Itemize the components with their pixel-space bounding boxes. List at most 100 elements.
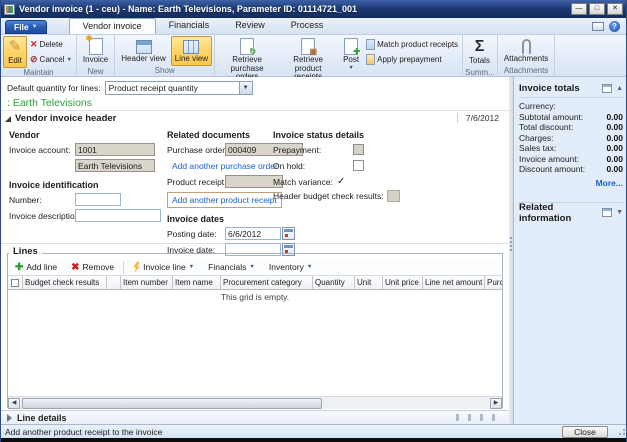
totals-button[interactable]: Σ Totals bbox=[465, 36, 494, 68]
more-link[interactable]: More... bbox=[519, 178, 623, 188]
default-quantity-select[interactable]: Product receipt quantity ▼ bbox=[105, 81, 253, 95]
refresh-icon: ↻ bbox=[249, 48, 256, 56]
checkmark-icon: ✓ bbox=[337, 176, 345, 187]
header-view-button[interactable]: Header view bbox=[117, 36, 169, 66]
edit-label: Edit bbox=[8, 57, 22, 66]
invoice-totals-header[interactable]: Invoice totals ▲ bbox=[519, 81, 623, 95]
scroll-left-icon[interactable]: ◀ bbox=[8, 398, 20, 409]
select-all-cell[interactable] bbox=[8, 276, 23, 289]
group-label-new: New bbox=[79, 67, 112, 77]
totals-row-label: Invoice amount: bbox=[519, 154, 606, 164]
close-icon[interactable]: ✕ bbox=[607, 3, 623, 15]
invoice-line-menu-button[interactable]: Invoice line ▼ bbox=[126, 260, 201, 275]
tab-financials[interactable]: Financials bbox=[156, 18, 223, 34]
column-header-line-net-amount[interactable]: Line net amount bbox=[423, 276, 485, 289]
column-header-quantity[interactable]: Quantity bbox=[313, 276, 355, 289]
chevron-down-icon: ▼ bbox=[32, 24, 38, 30]
post-button[interactable]: ✚ Post ▼ bbox=[339, 36, 363, 73]
column-header-procurement-category[interactable]: Procurement category bbox=[221, 276, 313, 289]
remove-label: Remove bbox=[83, 262, 115, 272]
app-icon bbox=[4, 4, 15, 15]
invoice-account-field[interactable]: 1001 bbox=[75, 143, 155, 156]
totals-row-label: Sales tax: bbox=[519, 143, 606, 153]
apply-prepayment-button[interactable]: Apply prepayment bbox=[364, 53, 460, 66]
number-field[interactable] bbox=[75, 193, 121, 206]
remove-x-icon: ✖ bbox=[71, 262, 79, 273]
invoice-description-field[interactable] bbox=[75, 209, 161, 222]
invoice-button[interactable]: ✱ Invoice bbox=[79, 36, 112, 67]
minimize-icon[interactable]: — bbox=[571, 3, 587, 15]
number-label: Number: bbox=[9, 195, 75, 205]
menu-tab-row: File ▼ Vendor invoiceFinancialsReviewPro… bbox=[1, 18, 626, 35]
factbox-window-icon[interactable] bbox=[602, 84, 612, 93]
resize-grip-icon[interactable] bbox=[616, 428, 625, 437]
paperclip-icon bbox=[522, 39, 531, 54]
add-product-receipt-link[interactable]: Add another product receipt bbox=[172, 195, 277, 205]
related-information-header[interactable]: Related information ▼ bbox=[519, 206, 623, 220]
add-purchase-order-link[interactable]: Add another purchase order bbox=[172, 161, 278, 171]
financials-menu-button[interactable]: Financials ▼ bbox=[201, 260, 262, 275]
close-button[interactable]: Close bbox=[562, 426, 608, 438]
on-hold-label: On hold: bbox=[273, 161, 353, 171]
section-title: Vendor invoice header bbox=[15, 113, 116, 124]
column-header-item-name[interactable]: Item name bbox=[173, 276, 221, 289]
expand-triangle-icon[interactable] bbox=[7, 414, 12, 422]
default-quantity-value: Product receipt quantity bbox=[106, 83, 239, 93]
totals-row-label: Currency: bbox=[519, 101, 623, 111]
star-icon: ✱ bbox=[86, 35, 93, 43]
window-title: Vendor invoice (1 - ceu) - Name: Earth T… bbox=[19, 4, 571, 14]
chevron-down-icon[interactable]: ▼ bbox=[616, 209, 623, 216]
select-all-checkbox[interactable] bbox=[11, 279, 19, 287]
product-receipt-label: Product receipt: bbox=[167, 177, 225, 187]
ribbon-group-maintain: ✎ Edit ✕ Delete ⊘ Cancel ▼ Maintain bbox=[1, 35, 77, 76]
header-view-label: Header view bbox=[121, 55, 165, 64]
main-form: Default quantity for lines: Product rece… bbox=[1, 77, 509, 424]
column-header-item-number[interactable]: Item number bbox=[121, 276, 173, 289]
chevron-up-icon[interactable]: ▲ bbox=[616, 85, 623, 92]
posting-date-field[interactable]: 6/6/2012 bbox=[225, 227, 281, 240]
post-label: Post bbox=[343, 56, 359, 65]
add-line-label: Add line bbox=[26, 262, 57, 272]
cancel-button[interactable]: ⊘ Cancel ▼ bbox=[28, 53, 74, 66]
help-icon[interactable]: ? bbox=[609, 21, 620, 32]
line-details-bar[interactable]: Line details bbox=[1, 410, 509, 424]
scrollbar-thumb[interactable] bbox=[22, 398, 322, 409]
remove-line-button[interactable]: ✖ Remove bbox=[64, 260, 121, 275]
column-header-unit[interactable]: Unit bbox=[355, 276, 383, 289]
horizontal-scrollbar[interactable]: ◀ ▶ bbox=[8, 396, 502, 409]
factbox-window-icon[interactable] bbox=[602, 208, 612, 217]
inventory-menu-button[interactable]: Inventory ▼ bbox=[262, 260, 319, 275]
column-header-budget-check-results[interactable]: Budget check results bbox=[23, 276, 107, 289]
maximize-icon[interactable]: □ bbox=[589, 3, 605, 15]
attachments-label: Attachments bbox=[504, 55, 548, 64]
match-product-receipts-button[interactable]: Match product receipts bbox=[364, 38, 460, 51]
column-header-unit-price[interactable]: Unit price bbox=[383, 276, 423, 289]
default-quantity-label: Default quantity for lines: bbox=[7, 83, 101, 93]
toolbar-separator bbox=[123, 261, 124, 274]
tab-vendor-invoice[interactable]: Vendor invoice bbox=[69, 18, 156, 34]
tab-review[interactable]: Review bbox=[222, 18, 278, 34]
invoice-totals-title: Invoice totals bbox=[519, 83, 602, 94]
collapse-triangle-icon[interactable] bbox=[5, 116, 11, 122]
chevron-down-icon[interactable]: ▼ bbox=[239, 82, 252, 94]
on-hold-checkbox[interactable] bbox=[353, 160, 364, 171]
add-product-receipt-button[interactable]: Add another product receipt bbox=[167, 192, 282, 208]
add-line-button[interactable]: ✚ Add line bbox=[8, 260, 64, 275]
window-layout-icon[interactable] bbox=[592, 22, 604, 31]
invoice-account-label: Invoice account: bbox=[9, 145, 75, 155]
attachments-button[interactable]: Attachments bbox=[500, 36, 552, 66]
factbox-panel: Invoice totals ▲ Currency:Subtotal amoun… bbox=[514, 77, 627, 424]
scroll-right-icon[interactable]: ▶ bbox=[490, 398, 502, 409]
tab-process[interactable]: Process bbox=[278, 18, 337, 34]
column-header-purchase-order[interactable]: Purchase order bbox=[485, 276, 502, 289]
edit-button[interactable]: ✎ Edit bbox=[3, 36, 27, 68]
calendar-icon[interactable] bbox=[282, 227, 295, 240]
file-menu-button[interactable]: File ▼ bbox=[5, 20, 47, 34]
chevron-down-icon: ▼ bbox=[249, 264, 254, 270]
column-header-blank[interactable] bbox=[107, 276, 121, 289]
delete-button[interactable]: ✕ Delete bbox=[28, 38, 74, 51]
inventory-label: Inventory bbox=[269, 262, 304, 272]
posting-date-label: Posting date: bbox=[167, 229, 225, 239]
line-view-button[interactable]: Line view bbox=[171, 36, 212, 66]
pencil-icon: ✎ bbox=[7, 38, 23, 56]
